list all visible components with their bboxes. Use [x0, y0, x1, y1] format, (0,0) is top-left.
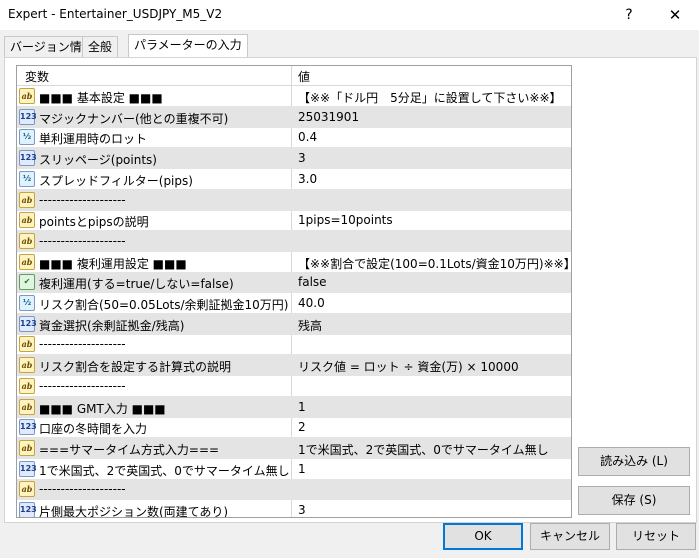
parameter-value[interactable]: 25031901: [298, 110, 359, 124]
tab-general[interactable]: 全般: [82, 36, 119, 58]
parameter-row[interactable]: ab ■■■ GMT入力 ■■■ 1: [17, 396, 571, 418]
parameter-value[interactable]: false: [298, 275, 327, 289]
ab-type-icon: ab: [19, 253, 35, 270]
parameter-row[interactable]: ab pointsとpipsの説明 1pips=10points: [17, 210, 571, 232]
double-type-icon: ½: [19, 129, 35, 146]
parameter-value[interactable]: 3: [298, 151, 306, 165]
parameter-row[interactable]: ½ スプレッドフィルター(pips) 3.0: [17, 169, 571, 190]
parameter-name: 片側最大ポジション数(両建てあり): [39, 505, 229, 518]
grid-header: 変数 値: [17, 66, 571, 86]
parameter-value[interactable]: 【※※割合で設定(100=0.1Lots/資金10万円)※※】: [298, 255, 571, 272]
tab-panel: 変数 値 ab ■■■ 基本設定 ■■■ 【※※「ドル円 5分足」に設置して下さい※…: [4, 57, 697, 523]
ab-type-icon: ab: [19, 398, 35, 415]
column-header-variable[interactable]: 変数: [25, 68, 49, 85]
parameter-name: リスク割合(50=0.05Lots/余剰証拠金10万円): [39, 298, 289, 312]
ab-type-icon: ab: [19, 88, 35, 104]
parameter-row[interactable]: 123 1で米国式、2で英国式、0でサマータイム無し 1: [17, 459, 571, 480]
parameter-value[interactable]: 40.0: [298, 296, 325, 310]
parameter-row[interactable]: ✔ 複利運用(する=true/しない=false) false: [17, 272, 571, 294]
parameter-row[interactable]: 123 マジックナンバー(他との重複不可) 25031901: [17, 106, 571, 128]
window-title: Expert - Entertainer_USDJPY_M5_V2: [8, 7, 223, 21]
parameter-row[interactable]: ½ 単利運用時のロット 0.4: [17, 127, 571, 149]
boolean-type-icon: ✔: [19, 274, 35, 291]
ab-type-icon: ab: [19, 357, 35, 374]
integer-type-icon: 123: [19, 419, 37, 436]
save-button[interactable]: 保存 (S): [578, 486, 690, 515]
parameter-name: --------------------: [39, 482, 126, 497]
parameter-grid: 変数 値 ab ■■■ 基本設定 ■■■ 【※※「ドル円 5分足」に設置して下さい※…: [16, 65, 572, 518]
parameter-row[interactable]: ab ===サマータイム方式入力=== 1で米国式、2で英国式、0でサマータイム無し: [17, 437, 571, 459]
parameter-name: 1で米国式、2で英国式、0でサマータイム無し: [39, 463, 290, 478]
parameter-name: ■■■ 基本設定 ■■■: [39, 91, 163, 105]
parameter-value[interactable]: 3.0: [298, 172, 317, 186]
parameter-name: スプレッドフィルター(pips): [39, 173, 193, 188]
double-type-icon: ½: [19, 295, 35, 311]
parameter-row[interactable]: ab リスク割合を設定する計算式の説明 リスク値 = ロット ÷ 資金(万) × 1…: [17, 355, 571, 377]
parameter-row[interactable]: ½ リスク割合(50=0.05Lots/余剰証拠金10万円) 40.0: [17, 293, 571, 314]
title-bar: Expert - Entertainer_USDJPY_M5_V2 ? ✕: [0, 0, 699, 30]
parameter-row[interactable]: ab --------------------: [17, 479, 571, 501]
parameter-row[interactable]: ab --------------------: [17, 189, 571, 211]
parameter-value[interactable]: 1: [298, 400, 306, 414]
reset-button[interactable]: リセット: [616, 523, 696, 550]
parameter-value[interactable]: 0.4: [298, 130, 317, 144]
integer-type-icon: 123: [19, 315, 37, 332]
column-header-value[interactable]: 値: [298, 68, 310, 85]
parameter-row[interactable]: ab ■■■ 基本設定 ■■■ 【※※「ドル円 5分足」に設置して下さい※※】: [17, 86, 571, 107]
load-button[interactable]: 読み込み (L): [578, 447, 690, 476]
ab-type-icon: ab: [19, 232, 35, 249]
parameter-name: 単利運用時のロット: [39, 132, 148, 147]
parameter-name: pointsとpipsの説明: [39, 215, 149, 230]
ab-type-icon: ab: [19, 191, 35, 208]
ab-type-icon: ab: [19, 212, 35, 229]
integer-type-icon: 123: [19, 502, 37, 517]
parameter-value[interactable]: 【※※「ドル円 5分足」に設置して下さい※※】: [298, 89, 562, 106]
parameter-value[interactable]: リスク値 = ロット ÷ 資金(万) × 10000: [298, 358, 519, 375]
parameter-value[interactable]: 1で米国式、2で英国式、0でサマータイム無し: [298, 441, 549, 458]
parameter-name: 口座の冬時間を入力: [39, 422, 148, 437]
parameter-row[interactable]: ab --------------------: [17, 334, 571, 356]
parameter-name: ===サマータイム方式入力===: [39, 442, 220, 457]
parameter-name: ■■■ 複利運用設定 ■■■: [39, 256, 187, 271]
ab-type-icon: ab: [19, 336, 35, 353]
parameter-name: --------------------: [39, 233, 126, 248]
close-button[interactable]: ✕: [652, 0, 698, 30]
parameter-name: スリッページ(points): [39, 153, 157, 168]
parameter-row[interactable]: 123 資金選択(余剰証拠金/残高) 残高: [17, 313, 571, 335]
parameter-row[interactable]: ab --------------------: [17, 376, 571, 397]
parameter-name: --------------------: [39, 192, 126, 207]
parameter-row[interactable]: 123 片側最大ポジション数(両建てあり) 3: [17, 500, 571, 518]
parameter-row[interactable]: 123 口座の冬時間を入力 2: [17, 417, 571, 439]
parameter-row[interactable]: ab ■■■ 複利運用設定 ■■■ 【※※割合で設定(100=0.1Lots/資金1…: [17, 252, 571, 273]
cancel-button[interactable]: キャンセル: [530, 523, 610, 550]
parameter-name: リスク割合を設定する計算式の説明: [39, 360, 232, 375]
parameter-value[interactable]: 1: [298, 462, 306, 476]
parameter-name: 複利運用(する=true/しない=false): [39, 277, 234, 292]
integer-type-icon: 123: [19, 150, 37, 167]
integer-type-icon: 123: [19, 108, 37, 125]
parameter-name: マジックナンバー(他との重複不可): [39, 111, 229, 126]
ab-type-icon: ab: [19, 481, 35, 498]
parameter-name: 資金選択(余剰証拠金/残高): [39, 318, 185, 333]
parameter-value[interactable]: 残高: [298, 317, 322, 334]
parameter-name: --------------------: [39, 378, 126, 393]
parameter-value[interactable]: 1pips=10points: [298, 213, 393, 227]
parameter-row[interactable]: ab --------------------: [17, 230, 571, 252]
ab-type-icon: ab: [19, 377, 35, 394]
ok-button[interactable]: OK: [443, 523, 523, 550]
parameter-name: ■■■ GMT入力 ■■■: [39, 401, 166, 416]
parameter-row[interactable]: 123 スリッページ(points) 3: [17, 148, 571, 170]
parameter-value[interactable]: 3: [298, 503, 306, 517]
tab-input-parameters[interactable]: パラメーターの入力: [128, 34, 248, 59]
parameter-value[interactable]: 2: [298, 420, 306, 434]
integer-type-icon: 123: [19, 460, 37, 477]
parameter-name: --------------------: [39, 337, 126, 352]
double-type-icon: ½: [19, 170, 35, 187]
ab-type-icon: ab: [19, 439, 35, 456]
help-button[interactable]: ?: [606, 0, 652, 30]
